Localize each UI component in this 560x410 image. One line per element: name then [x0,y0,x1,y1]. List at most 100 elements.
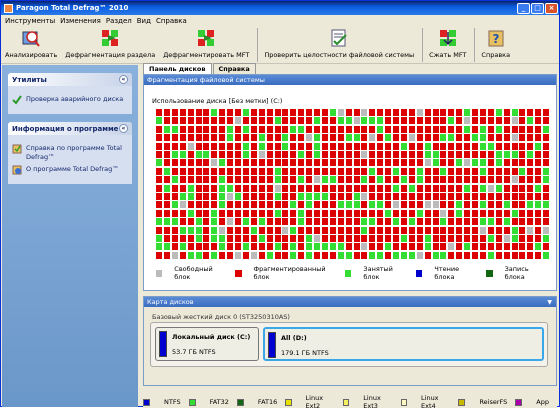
cluster-block [479,218,486,226]
cluster-block [345,251,352,259]
cluster-block [487,235,494,242]
partition-c[interactable]: Локальный диск (C:) 53.7 ГБ NTFS [155,327,259,361]
check-fs-button[interactable]: Проверить целостности файловой системы [264,26,414,59]
sidebar-item-about[interactable]: О программе Total Defrag™ [12,165,128,175]
cluster-block [400,201,407,209]
sidebar-item-emergency-disk[interactable]: Проверка аварийного диска [12,95,128,105]
cluster-block [235,235,241,242]
help-button[interactable]: ? Справка [481,26,510,59]
cluster-block [393,134,399,142]
cluster-block [503,251,510,259]
cluster-block [353,159,360,167]
cluster-block [171,117,178,125]
fs-legend-item: Linux Ext3 [342,394,393,410]
cluster-block [361,117,368,125]
cluster-block [274,117,281,125]
cluster-block [266,109,273,116]
cluster-block [274,109,281,116]
cluster-block [250,243,257,251]
cluster-block [227,193,234,200]
menu-partition[interactable]: Раздел [106,17,132,25]
cluster-block [472,134,478,142]
cluster-block [369,125,376,133]
cluster-block [235,176,241,184]
cluster-block [519,109,526,116]
cluster-block [527,125,534,133]
collapse-arrow-icon[interactable]: ▼ [547,298,552,308]
cluster-block [456,201,463,209]
tab-disk-panel[interactable]: Панель дисков [143,63,212,74]
cluster-block [163,117,170,125]
utilities-header[interactable]: Утилиты « [8,73,132,86]
sidebar-item-help[interactable]: Справка по программе Total Defrag™ [12,144,128,162]
defrag-partition-button[interactable]: Дефрагментация раздела [65,26,155,59]
cluster-block [385,184,392,192]
cluster-block [400,184,407,192]
cluster-block [235,193,241,200]
partition-usage-bar [268,332,276,358]
fs-legend-item: Linux Ext4 [400,394,451,410]
cluster-block [424,235,431,242]
cluster-block [393,109,399,116]
cluster-block [369,209,376,217]
cluster-block [258,167,265,175]
cluster-block [329,125,336,133]
cluster-block [487,184,494,192]
menu-changes[interactable]: Изменения [60,17,101,25]
cluster-block [495,142,502,150]
analyze-button[interactable]: Анализировать [5,26,57,59]
cluster-block [266,184,273,192]
cluster-block [258,176,265,184]
partition-d[interactable]: All (D:) 179.1 ГБ NTFS [263,327,544,361]
title-bar[interactable]: Paragon Total Defrag™ 2010 _ □ × [1,1,559,15]
cluster-block [440,243,447,251]
analyze-label: Анализировать [5,51,58,59]
collapse-chevron-icon[interactable]: « [119,75,128,84]
tab-help[interactable]: Справка [212,63,256,74]
cluster-block [274,209,281,217]
collapse-chevron-icon[interactable]: « [119,124,128,133]
cluster-block [511,151,518,158]
defrag-mft-button[interactable]: Дефрагментировать MFT [163,26,249,59]
fs-legend-swatch [400,398,408,406]
cluster-block [235,209,241,217]
cluster-block [527,193,534,200]
cluster-block [211,184,218,192]
cluster-block [416,142,423,150]
cluster-block [448,109,455,116]
cluster-block [203,209,210,217]
compress-mft-button[interactable]: Сжать MFT [429,26,466,59]
cluster-block [195,251,202,259]
close-button[interactable]: × [545,2,558,14]
cluster-block [187,142,194,150]
cluster-block [250,184,257,192]
cluster-block [235,218,241,226]
cluster-block [219,151,226,158]
cluster-block [535,226,542,234]
menu-view[interactable]: Вид [137,17,151,25]
fs-legend-item: FAT32 [188,398,229,406]
cluster-block [487,209,494,217]
cluster-block [472,209,478,217]
about-header[interactable]: Информация о программе « [8,122,132,135]
menu-help[interactable]: Справка [156,17,187,25]
cluster-block [361,109,368,116]
minimize-button[interactable]: _ [517,2,530,14]
cluster-block [495,109,502,116]
cluster-block [424,142,431,150]
cluster-block [258,134,265,142]
cluster-block [219,226,226,234]
cluster-block [519,251,526,259]
cluster-block [400,226,407,234]
cluster-block [274,226,281,234]
menu-tools[interactable]: Инструменты [5,17,55,25]
cluster-block [487,117,494,125]
cluster-block [432,176,439,184]
cluster-block [464,251,471,259]
cluster-block [543,109,550,116]
cluster-block [203,125,210,133]
maximize-button[interactable]: □ [531,2,544,14]
cluster-block [195,125,202,133]
cluster-block [432,251,439,259]
cluster-block [361,159,368,167]
